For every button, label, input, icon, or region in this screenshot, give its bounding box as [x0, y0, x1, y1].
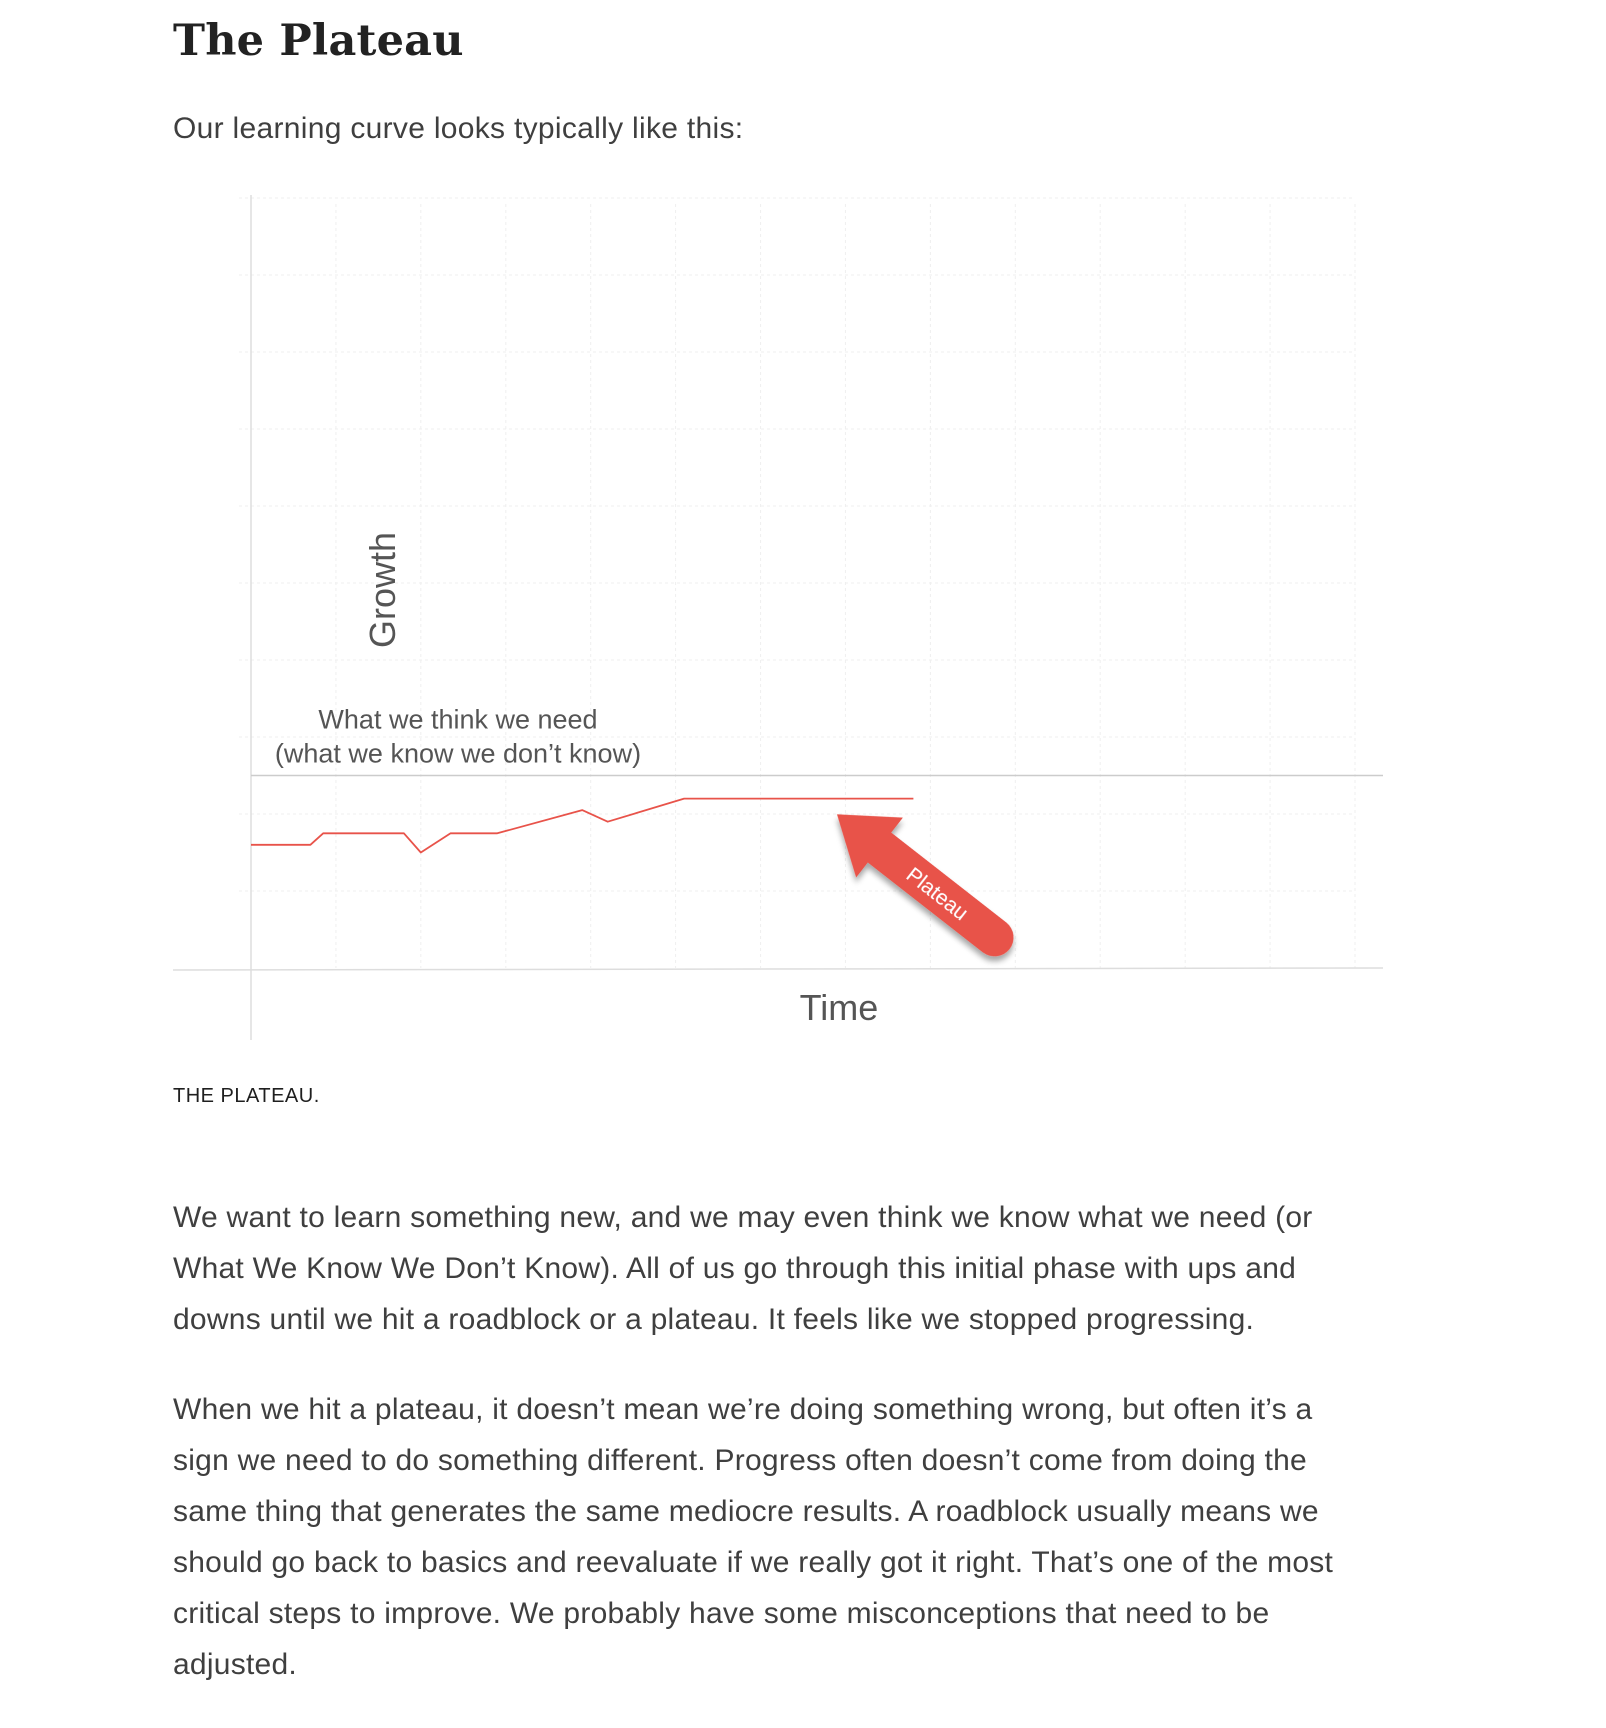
series-line	[251, 797, 914, 854]
paragraph-line: We want to learn something new, and we m…	[173, 1201, 1313, 1234]
paragraph-1: We want to learn something new, and we m…	[173, 1192, 1433, 1345]
paragraph-line: When we hit a plateau, it doesn’t mean w…	[173, 1393, 1313, 1426]
paragraph-line: What We Know We Don’t Know). All of us g…	[173, 1252, 1297, 1285]
plateau-figure: What we think we need (what we know we do…	[172, 195, 1433, 1040]
y-axis-label: Growth	[362, 532, 403, 648]
figure-caption: THE PLATEAU.	[173, 1085, 320, 1107]
paragraph-line: downs until we hit a roadblock or a plat…	[173, 1303, 1255, 1336]
paragraph-line: adjusted.	[173, 1648, 298, 1681]
paragraph-line: same thing that generates the same medio…	[173, 1495, 1319, 1528]
intro-text: Our learning curve looks typically like …	[173, 112, 744, 145]
paragraph-line: should go back to basics and reevaluate …	[173, 1546, 1334, 1579]
x-axis-label: Time	[800, 987, 879, 1028]
paragraph-line: sign we need to do something different. …	[173, 1444, 1307, 1477]
reference-line-label: What we think we need	[318, 705, 597, 735]
series-group	[251, 797, 914, 854]
reference-line-label: (what we know we don’t know)	[275, 739, 641, 769]
paragraph-line: critical steps to improve. We probably h…	[173, 1597, 1270, 1630]
reference-line-group: What we think we need (what we know we do…	[251, 705, 1383, 777]
article-title: The Plateau	[173, 16, 464, 66]
learning-curve-chart: What we think we need (what we know we do…	[172, 195, 1384, 1040]
paragraph-2: When we hit a plateau, it doesn’t mean w…	[173, 1384, 1433, 1690]
chart-axes	[172, 195, 1384, 1040]
x-axis-line	[172, 967, 1384, 971]
chart-grid	[239, 197, 1356, 968]
